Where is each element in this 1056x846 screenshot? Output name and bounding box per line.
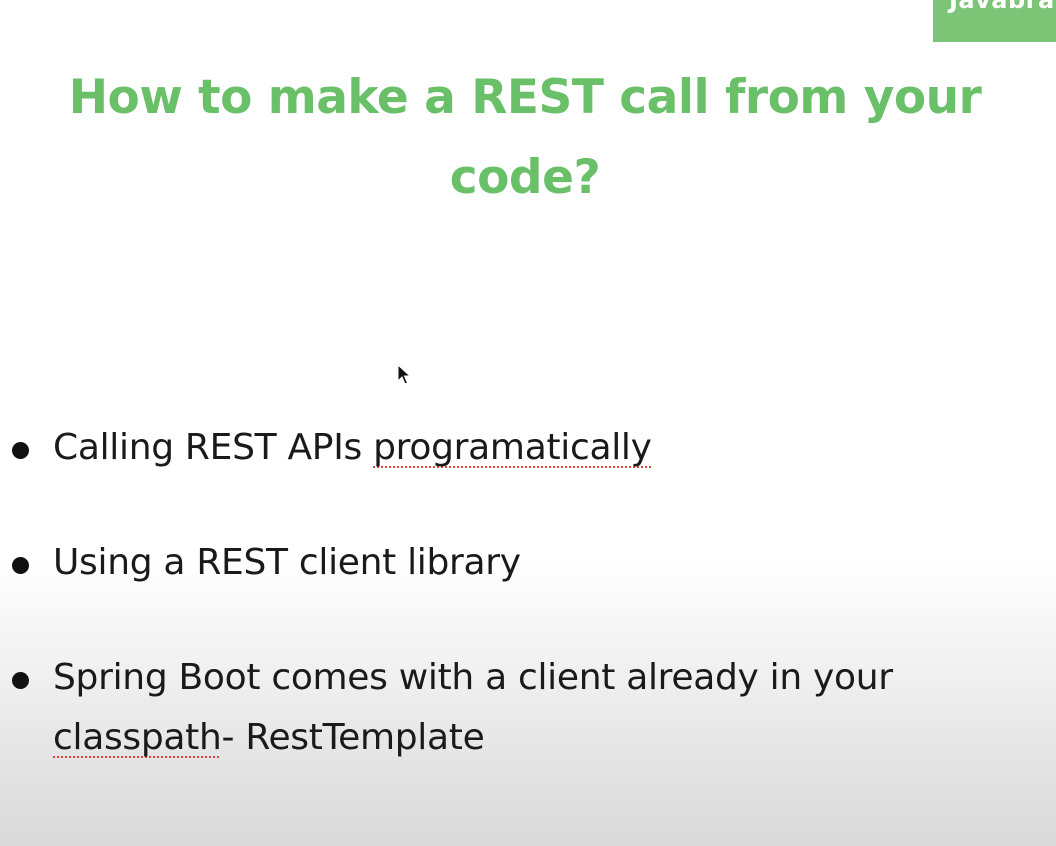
misspelled-word: classpath: [53, 717, 222, 758]
brand-label: Javabra: [949, 0, 1055, 14]
bullet-item-calling-rest-apis: Calling REST APIs programatically: [0, 418, 1040, 478]
bullet-item-spring-boot-client: Spring Boot comes with a client already …: [0, 648, 1040, 768]
bullet-list: Calling REST APIs programatically Using …: [0, 418, 1040, 768]
bullet-text: Using a REST client library: [53, 542, 521, 583]
bullet-text: Calling REST APIs: [53, 427, 374, 468]
brand-tab: Javabra: [933, 0, 1056, 42]
bullet-text-suffix: - RestTemplate: [221, 717, 485, 758]
bullet-dot-icon: [12, 672, 29, 689]
mouse-pointer-icon: [397, 364, 411, 385]
bullet-dot-icon: [12, 557, 29, 574]
misspelled-word: programatically: [373, 427, 652, 468]
slide-title: How to make a REST call from your code?: [68, 70, 982, 205]
bullet-dot-icon: [12, 442, 29, 459]
bullet-text: Spring Boot comes with a client already …: [53, 657, 893, 698]
bullet-item-rest-client-library: Using a REST client library: [0, 533, 1040, 593]
